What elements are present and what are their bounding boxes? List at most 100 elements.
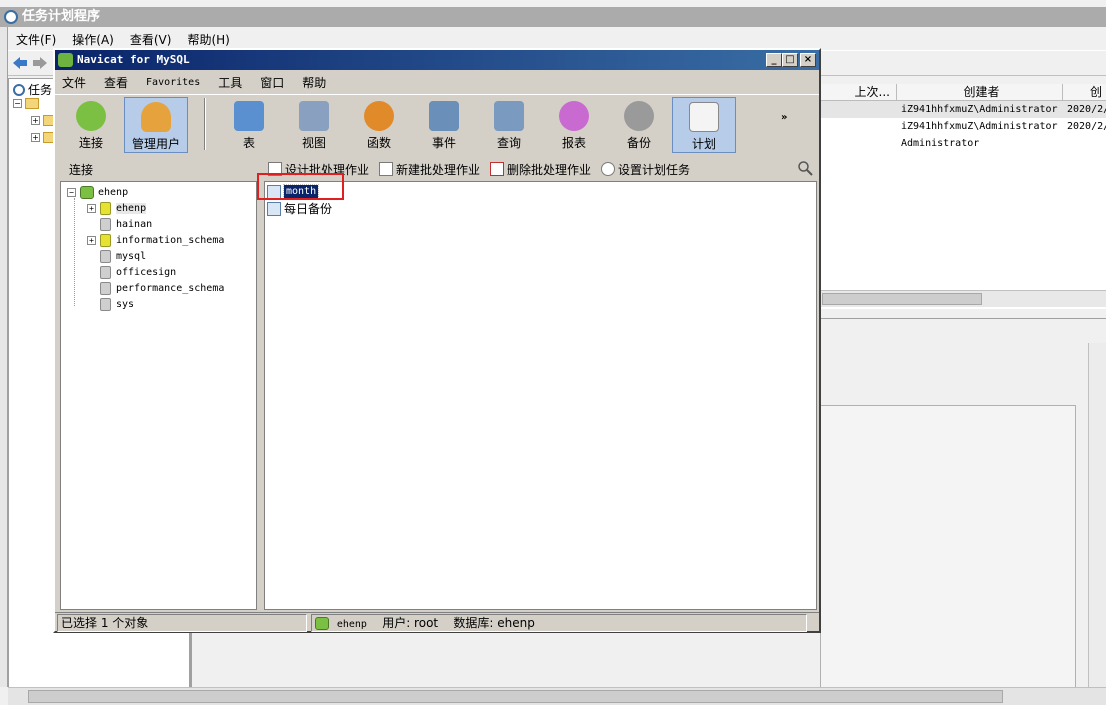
toolbar-label: 查询 (496, 136, 521, 150)
task-date: 2020/2/ (1067, 104, 1106, 115)
menu-view[interactable]: 查看 (97, 74, 139, 91)
toolbar-schedule-button[interactable]: 计划 (672, 97, 736, 153)
new-batch-job-button[interactable]: 新建批处理作业 (379, 161, 480, 178)
tree-database[interactable]: mysql (100, 249, 146, 264)
database-icon (100, 266, 111, 279)
tree-database[interactable]: + ehenp (87, 201, 147, 216)
database-icon (100, 282, 111, 295)
tree-database[interactable]: sys (100, 297, 134, 312)
menu-action[interactable]: 操作(A) (64, 29, 122, 49)
close-button[interactable]: × (800, 53, 816, 67)
tree-node[interactable]: − (13, 98, 39, 109)
column-last-run[interactable]: 上次... (821, 84, 897, 100)
navicat-status-bar: 已选择 1 个对象 ehenp 用户: root 数据库: ehenp (55, 612, 819, 632)
expand-icon[interactable]: + (87, 204, 96, 213)
navicat-title: Navicat for MySQL (77, 53, 190, 66)
task-scheduler-title-bar[interactable]: 任务计划程序 (0, 7, 1106, 27)
database-name: information_schema (116, 235, 225, 246)
task-row[interactable]: iZ941hhfxmuZ\Administrator 2020/2/ (821, 118, 1106, 135)
menu-help[interactable]: 帮助 (295, 74, 337, 91)
toolbar-label: 视图 (301, 136, 326, 150)
toolbar-label: 事件 (431, 136, 456, 150)
connection-icon (315, 617, 329, 630)
column-author[interactable]: 创建者 (897, 84, 1063, 100)
connection-tree: − ehenp + ehenp hainan + information_schema… (60, 181, 257, 610)
toolbar-view-button[interactable]: 视图 (282, 97, 346, 153)
database-icon (100, 298, 111, 311)
forward-arrow-icon[interactable] (32, 56, 48, 70)
set-scheduled-task-button[interactable]: 设置计划任务 (601, 161, 690, 178)
toolbar-manage-users-button[interactable]: 管理用户 (124, 97, 188, 153)
collapse-icon[interactable]: − (13, 99, 22, 108)
expand-icon[interactable]: + (31, 133, 40, 142)
expand-icon[interactable]: + (31, 116, 40, 125)
database-name: hainan (116, 219, 153, 230)
task-detail-pane (820, 318, 1106, 689)
tree-database[interactable]: + information_schema (87, 233, 224, 248)
delete-job-icon (490, 162, 505, 176)
task-row[interactable]: iZ941hhfxmuZ\Administrator 2020/2/ (821, 101, 1106, 118)
menu-file[interactable]: 文件 (55, 74, 97, 91)
clock-icon (13, 83, 25, 96)
action-label: 设置计划任务 (618, 162, 691, 177)
job-item[interactable]: 每日备份 (267, 200, 332, 217)
task-author: iZ941hhfxmuZ\Administrator (901, 104, 1058, 115)
database-name: performance_schema (116, 283, 225, 294)
function-icon (364, 101, 394, 131)
tree-database[interactable]: officesign (100, 265, 176, 280)
status-user: 用户: root (382, 616, 439, 630)
menu-file[interactable]: 文件(F) (8, 29, 64, 49)
backup-icon (624, 101, 654, 131)
tree-database[interactable]: hainan (100, 217, 152, 232)
navicat-title-bar[interactable]: Navicat for MySQL _ □ × (55, 50, 819, 70)
task-scheduler-menu-bar: 文件(F) 操作(A) 查看(V) 帮助(H) (8, 29, 238, 49)
tree-root[interactable]: 任务 (13, 81, 52, 98)
minimize-button[interactable]: _ (766, 53, 782, 67)
toolbar-overflow-icon[interactable]: » (781, 112, 787, 123)
menu-favorites[interactable]: Favorites (139, 77, 211, 88)
toolbar-separator (204, 98, 206, 150)
database-icon (100, 218, 111, 231)
tree-guide (74, 198, 75, 306)
task-author: iZ941hhfxmuZ\Administrator (901, 121, 1058, 132)
tree-database[interactable]: performance_schema (100, 281, 224, 296)
maximize-button[interactable]: □ (782, 53, 798, 67)
task-list-horizontal-scrollbar[interactable] (820, 290, 1106, 307)
tree-connection[interactable]: − ehenp (67, 185, 128, 200)
toolbar-table-button[interactable]: 表 (217, 97, 281, 153)
toolbar-backup-button[interactable]: 备份 (607, 97, 671, 153)
batch-job-icon (267, 201, 281, 216)
menu-view[interactable]: 查看(V) (122, 29, 180, 49)
status-selection: 已选择 1 个对象 (57, 614, 307, 632)
expand-icon[interactable]: + (87, 236, 96, 245)
menu-help[interactable]: 帮助(H) (179, 29, 237, 49)
delete-batch-job-button[interactable]: 删除批处理作业 (490, 161, 591, 178)
toolbar-function-button[interactable]: 函数 (347, 97, 411, 153)
schedule-icon (689, 102, 719, 132)
task-list-header: 上次... 创建者 创 (821, 84, 1106, 101)
navicat-menu-bar: 文件 查看 Favorites 工具 窗口 帮助 (55, 71, 819, 93)
scrollbar-thumb[interactable] (28, 690, 1003, 703)
collapse-icon[interactable]: − (67, 188, 76, 197)
toolbar-label: 备份 (626, 136, 651, 150)
menu-window[interactable]: 窗口 (253, 74, 295, 91)
search-icon[interactable] (797, 160, 813, 176)
event-icon (429, 101, 459, 131)
column-created[interactable]: 创 (1063, 84, 1106, 100)
navicat-window: Navicat for MySQL _ □ × 文件 查看 Favorites … (53, 48, 821, 633)
task-row[interactable]: Administrator (821, 135, 1106, 152)
back-arrow-icon[interactable] (12, 56, 28, 70)
toolbar-event-button[interactable]: 事件 (412, 97, 476, 153)
detail-vertical-scrollbar[interactable] (1088, 343, 1106, 687)
menu-tools[interactable]: 工具 (211, 74, 253, 91)
bottom-horizontal-scrollbar[interactable] (8, 687, 1106, 705)
scrollbar-thumb[interactable] (822, 293, 982, 305)
database-icon (100, 234, 111, 247)
bottom-pane (190, 632, 820, 688)
toolbar-query-button[interactable]: 查询 (477, 97, 541, 153)
left-edge-panel (0, 27, 8, 687)
toolbar-connect-button[interactable]: 连接 (59, 97, 123, 153)
toolbar-report-button[interactable]: 报表 (542, 97, 606, 153)
toolbar-label: 管理用户 (131, 137, 180, 151)
connection-pane-label: 连接 (69, 163, 94, 177)
